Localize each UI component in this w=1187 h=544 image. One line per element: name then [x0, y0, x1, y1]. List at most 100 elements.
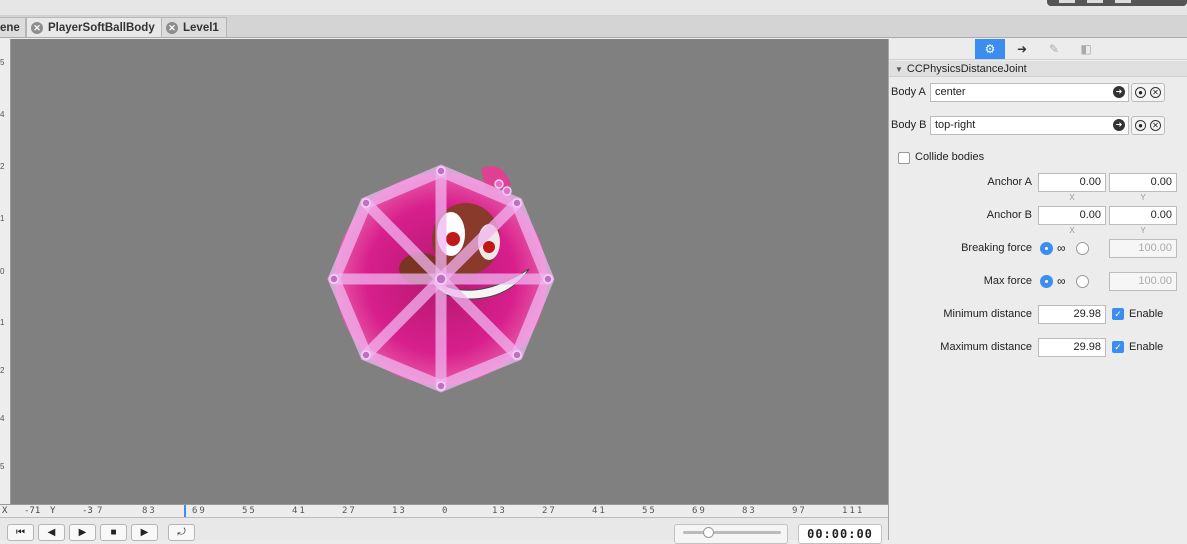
- disclosure-triangle-icon[interactable]: ▼: [895, 62, 903, 78]
- ruler-label: 13: [492, 506, 507, 516]
- tab-templates[interactable]: ◧: [1071, 39, 1101, 59]
- timeline-zoom-slider[interactable]: [674, 524, 788, 544]
- tab-label: Level1: [183, 21, 219, 34]
- body-b-field[interactable]: top-right ➜: [930, 116, 1129, 135]
- x-coord-label: X: [2, 506, 8, 516]
- clear-icon[interactable]: ✕: [1150, 87, 1161, 98]
- breaking-force-field[interactable]: 100.00: [1109, 239, 1177, 258]
- skip-back-icon: ⏮: [16, 527, 25, 538]
- step-forward-button[interactable]: ▶: [69, 524, 96, 541]
- max-distance-field[interactable]: 29.98: [1038, 338, 1106, 357]
- section-title: CCPhysicsDistanceJoint: [906, 63, 1027, 75]
- go-to-body-icon[interactable]: ➜: [1113, 86, 1125, 98]
- ruler-label: 27: [342, 506, 357, 516]
- ruler-label: 0: [442, 506, 450, 516]
- slider-track: [683, 531, 781, 534]
- stop-button[interactable]: ■: [100, 524, 127, 541]
- y-coord-value: -3: [82, 506, 93, 516]
- step-forward-icon: ▶: [78, 527, 87, 538]
- tab-scene[interactable]: ene: [0, 17, 26, 37]
- anchor-a-x-field[interactable]: 0.00: [1038, 173, 1106, 192]
- inspector-panel: ⚙ ➜ ✎ ◧ ▼ CCPhysicsDistanceJoint Body A c…: [888, 39, 1187, 540]
- anchor-b-x-field[interactable]: 0.00: [1038, 206, 1106, 225]
- anchor-b-y-field[interactable]: 0.00: [1109, 206, 1177, 225]
- slider-knob[interactable]: [702, 527, 714, 538]
- infinity-label: ∞: [1057, 241, 1066, 255]
- ruler-label: 55: [642, 506, 657, 516]
- enable-label: Enable: [1129, 341, 1164, 353]
- ruler-label: 83: [142, 506, 157, 516]
- go-to-body-icon[interactable]: ➜: [1113, 119, 1125, 131]
- window-controls[interactable]: [1047, 0, 1187, 6]
- tab-player-soft-ball-body[interactable]: ✕ PlayerSoftBallBody: [26, 17, 162, 37]
- collide-bodies-label: Collide bodies: [915, 151, 985, 163]
- ruler-label: 41: [592, 506, 607, 516]
- tab-connections[interactable]: ➜: [1007, 39, 1037, 59]
- loop-icon: ⤾: [177, 527, 186, 538]
- window-titlebar: [0, 0, 1187, 16]
- body-b-label: Body B: [891, 119, 927, 131]
- x-sublabel: X: [1069, 193, 1075, 202]
- select-target-icon[interactable]: ●: [1135, 120, 1146, 131]
- play-button[interactable]: ▶: [131, 524, 158, 541]
- tab-level1[interactable]: ✕ Level1: [161, 17, 227, 37]
- document-tab-bar: ene ✕ PlayerSoftBallBody ✕ Level1: [0, 16, 1187, 38]
- enable-label: Enable: [1129, 308, 1164, 320]
- soft-ball-body-graphic[interactable]: [11, 39, 888, 504]
- min-distance-label: Minimum distance: [943, 308, 1032, 320]
- max-force-field[interactable]: 100.00: [1109, 272, 1177, 291]
- close-tab-icon[interactable]: ✕: [166, 21, 178, 34]
- section-header[interactable]: ▼ CCPhysicsDistanceJoint: [889, 61, 1187, 77]
- step-back-button[interactable]: ◀: [38, 524, 65, 541]
- ruler-label: 4: [0, 414, 5, 423]
- x-sublabel: X: [1069, 226, 1075, 235]
- tab-code-connections[interactable]: ✎: [1039, 39, 1069, 59]
- max-force-value-radio[interactable]: [1076, 275, 1089, 288]
- horizontal-ruler: X -71 Y -3 7 83 69 55 41 27 13 0 13 27 4…: [0, 504, 888, 517]
- ruler-label: 69: [192, 506, 207, 516]
- ruler-label: 1: [0, 214, 5, 223]
- min-distance-enable-checkbox[interactable]: ✓: [1112, 308, 1124, 320]
- anchor-a-y-field[interactable]: 0.00: [1109, 173, 1177, 192]
- ruler-label: 2: [0, 366, 5, 375]
- ruler-label: 7: [97, 506, 105, 516]
- body-b-actions[interactable]: ● ✕: [1131, 116, 1165, 135]
- body-a-actions[interactable]: ● ✕: [1131, 83, 1165, 102]
- ruler-label: 83: [742, 506, 757, 516]
- ruler-label: 69: [692, 506, 707, 516]
- y-coord-label: Y: [50, 506, 56, 516]
- close-tab-icon[interactable]: ✕: [31, 21, 43, 34]
- min-distance-field[interactable]: 29.98: [1038, 305, 1106, 324]
- ruler-label: 2: [0, 162, 5, 171]
- vertical-ruler: 5 4 2 1 0 1 2 4 5: [0, 39, 11, 504]
- step-back-icon: ◀: [47, 527, 56, 538]
- scene-canvas[interactable]: [11, 39, 888, 504]
- arrow-right-icon: ➜: [1016, 42, 1028, 56]
- play-icon: ▶: [140, 527, 149, 538]
- ruler-label: 27: [542, 506, 557, 516]
- max-distance-enable-checkbox[interactable]: ✓: [1112, 341, 1124, 353]
- y-sublabel: Y: [1140, 226, 1146, 235]
- select-target-icon[interactable]: ●: [1135, 87, 1146, 98]
- timeline-bar: ⏮ ◀ ▶ ■ ▶ ⤾ 00:00:00: [0, 517, 888, 544]
- breaking-force-infinite-radio[interactable]: [1040, 242, 1053, 255]
- layers-icon: ◧: [1080, 42, 1092, 56]
- ruler-cursor-marker: [184, 505, 186, 517]
- ruler-label: 4: [0, 110, 5, 119]
- ruler-label: 111: [842, 506, 865, 516]
- ruler-label: 13: [392, 506, 407, 516]
- loop-button[interactable]: ⤾: [168, 524, 195, 541]
- tab-physics[interactable]: ⚙: [975, 39, 1005, 59]
- stop-icon: ■: [110, 527, 117, 538]
- breaking-force-value-radio[interactable]: [1076, 242, 1089, 255]
- body-a-field[interactable]: center ➜: [930, 83, 1129, 102]
- clear-icon[interactable]: ✕: [1150, 120, 1161, 131]
- ruler-label: 0: [0, 267, 5, 276]
- collide-bodies-checkbox[interactable]: [898, 152, 910, 164]
- ruler-label: 97: [792, 506, 807, 516]
- breaking-force-label: Breaking force: [961, 242, 1032, 254]
- ruler-label: 55: [242, 506, 257, 516]
- body-b-value: top-right: [935, 119, 976, 131]
- jump-to-start-button[interactable]: ⏮: [7, 524, 34, 541]
- max-force-infinite-radio[interactable]: [1040, 275, 1053, 288]
